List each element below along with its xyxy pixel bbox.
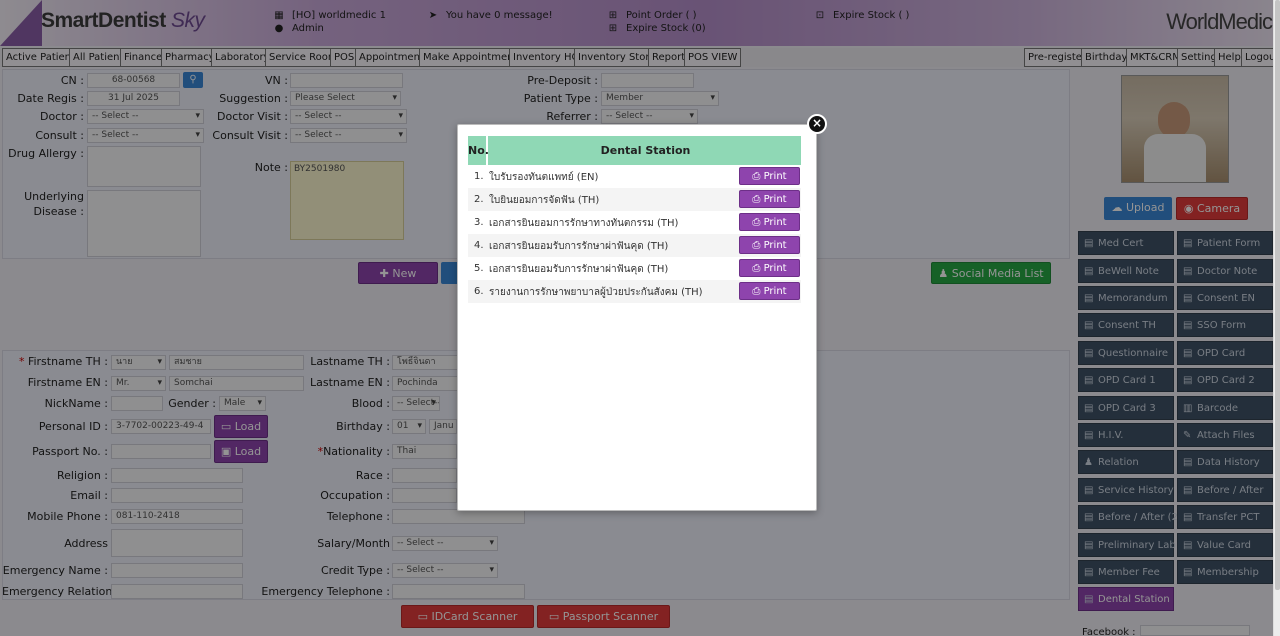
print-button[interactable]: ⎙ Print (739, 213, 800, 231)
document-name: เอกสารยินยอมการรักษาทางทันตกรรม (TH) (489, 218, 679, 229)
document-name: ใบรับรองทันตแพทย์ (EN) (489, 172, 599, 183)
print-button[interactable]: ⎙ Print (739, 190, 800, 208)
document-name: ใบยินยอมการจัดฟัน (TH) (489, 195, 600, 206)
modal-table-header: No. Dental Station (468, 136, 801, 165)
print-icon: ⎙ (752, 171, 761, 182)
row-number: 6. (474, 286, 484, 297)
column-no-header: No. (468, 136, 489, 165)
print-button[interactable]: ⎙ Print (739, 259, 800, 277)
table-row: 1. ใบรับรองทันตแพทย์ (EN) ⎙ Print (468, 165, 801, 188)
page-scrollbar[interactable] (1273, 0, 1280, 636)
modal-title: Dental Station (600, 144, 691, 157)
print-button[interactable]: ⎙ Print (739, 167, 800, 185)
table-row: 3. เอกสารยินยอมการรักษาทางทันตกรรม (TH) … (468, 211, 801, 234)
modal-close-button[interactable]: × (807, 114, 827, 134)
table-row: 5. เอกสารยินยอมรับการรักษาผ่าฟันคุด (TH)… (468, 257, 801, 280)
row-number: 5. (474, 263, 484, 274)
close-icon: × (811, 116, 823, 130)
table-row: 2. ใบยินยอมการจัดฟัน (TH) ⎙ Print (468, 188, 801, 211)
table-row: 6. รายงานการรักษาพยาบาลผู้ป่วยประกันสังค… (468, 280, 801, 303)
print-icon: ⎙ (752, 263, 761, 274)
document-name: เอกสารยินยอมรับการรักษาผ่าฟันคุด (TH) (489, 241, 669, 252)
print-icon: ⎙ (752, 240, 761, 251)
print-button[interactable]: ⎙ Print (739, 282, 800, 300)
row-number: 3. (474, 217, 484, 228)
row-number: 1. (474, 171, 484, 182)
document-name: รายงานการรักษาพยาบาลผู้ป่วยประกันสังคม (… (489, 287, 703, 298)
scrollbar-thumb[interactable] (1275, 0, 1280, 590)
print-icon: ⎙ (752, 217, 761, 228)
dental-station-modal: No. Dental Station 1. ใบรับรองทันตแพทย์ … (457, 124, 817, 511)
row-number: 4. (474, 240, 484, 251)
print-button[interactable]: ⎙ Print (739, 236, 800, 254)
table-row: 4. เอกสารยินยอมรับการรักษาผ่าฟันคุด (TH)… (468, 234, 801, 257)
row-number: 2. (474, 194, 484, 205)
print-icon: ⎙ (752, 194, 761, 205)
print-icon: ⎙ (752, 286, 761, 297)
document-name: เอกสารยินยอมรับการรักษาผ่าฟันคุด (TH) (489, 264, 669, 275)
